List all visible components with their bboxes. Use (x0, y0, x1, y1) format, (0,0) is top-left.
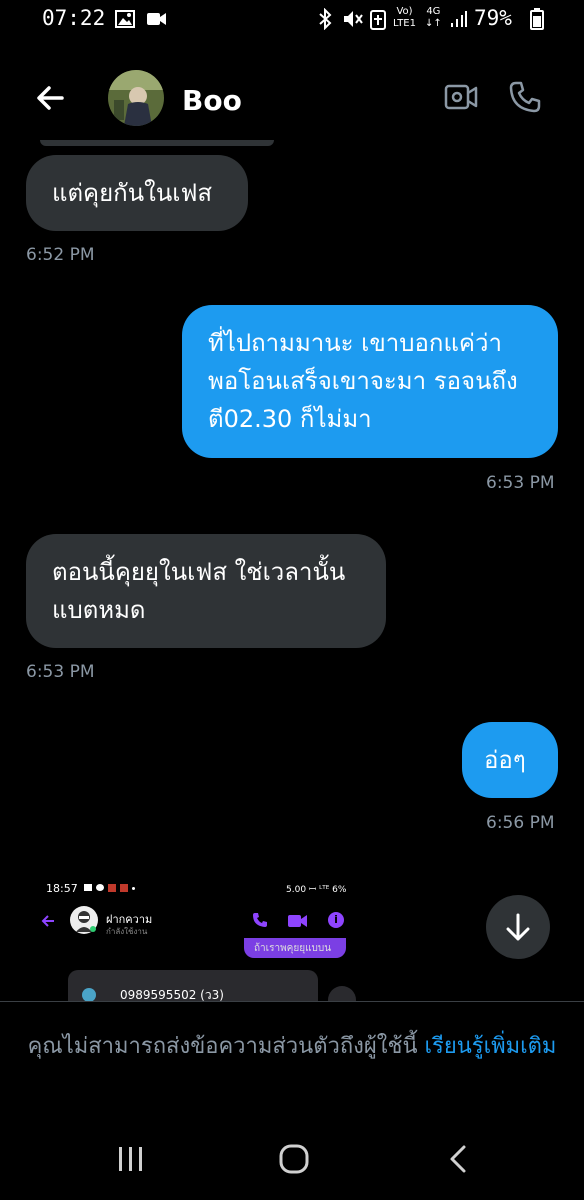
back-button[interactable] (32, 80, 68, 116)
learn-more-link[interactable]: เรียนรู้เพิ่มเติม (425, 1034, 557, 1059)
lte-label: LTE1 (393, 18, 416, 29)
embedded-phone-icon (252, 912, 268, 928)
message-text-line: พอโอนเสร็จเขาจะมา รอจนถึง (208, 367, 518, 395)
embedded-video-icon (288, 915, 308, 927)
embedded-contact-status: กำลังใช้งาน (106, 927, 148, 936)
embedded-notification-icons (84, 884, 135, 892)
network-type-indicator: 4G ↓↑ (425, 6, 442, 30)
chat-icon (96, 884, 104, 891)
message-timestamp: 6:56 PM (486, 813, 555, 833)
battery-icon (530, 8, 544, 30)
embedded-status-right: 5.00 ꟷ ᴸᵀᴱ 6% (286, 885, 347, 895)
volte-indicator: Vo) LTE1 (393, 6, 416, 30)
more-dot-icon (132, 887, 135, 890)
message-timestamp: 6:53 PM (26, 662, 95, 682)
back-nav-button[interactable] (446, 1144, 470, 1174)
message-bubble-outgoing[interactable]: ที่ไปถามมานะ เขาบอกแค่ว่า พอโอนเสร็จเขาจ… (182, 305, 558, 458)
bluetooth-icon (318, 8, 332, 30)
mute-icon (342, 9, 364, 29)
signal-icon (450, 10, 468, 28)
data-saver-icon (370, 8, 386, 30)
scroll-to-bottom-button[interactable] (486, 895, 550, 959)
message-bubble-outgoing[interactable]: อ่อๆ (462, 722, 558, 798)
notice-text: คุณไม่สามารถส่งข้อความส่วนตัวถึงผู้ใช้นี… (27, 1034, 425, 1059)
message-timestamp: 6:52 PM (26, 245, 95, 265)
embedded-message-bubble: ถ้าเราพคุยยุแบบน (244, 938, 346, 958)
video-recording-icon (147, 12, 167, 26)
message-text: อ่อๆ (484, 746, 526, 774)
video-call-button[interactable] (444, 82, 478, 112)
embedded-share-icon (328, 986, 356, 1002)
message-bubble-incoming[interactable]: ตอนนี้คุยยุในเฟส ใช่เวลานั้น แบตหมด (26, 534, 386, 648)
dm-restriction-notice: คุณไม่สามารถส่งข้อความส่วนตัวถึงผู้ใช้นี… (18, 1030, 566, 1064)
message-text-line: ที่ไปถามมานะ เขาบอกแค่ว่า (208, 329, 502, 357)
message-text-line: แบตหมด (52, 596, 146, 624)
message-timestamp: 6:53 PM (486, 473, 555, 493)
image-attachment[interactable]: 18:57 5.00 ꟷ ᴸᵀᴱ 6% ฝากความ กำลังใช้งาน … (26, 872, 426, 1002)
embedded-contact-card: 0989595502 (ว3) (68, 970, 318, 1002)
message-bubble-incoming[interactable]: แต่คุยกันในเฟส (26, 155, 248, 231)
embedded-contact-dot-icon (82, 988, 96, 1002)
embedded-back-icon (40, 914, 56, 928)
app-icon (120, 884, 128, 892)
gallery-icon (115, 10, 135, 28)
embedded-info-icon: i (328, 912, 344, 928)
embedded-message-text: ถ้าเราพคุยยุแบบน (254, 943, 332, 954)
embedded-status-time: 18:57 (46, 882, 78, 895)
message-text: แต่คุยกันในเฟส (52, 179, 213, 207)
mail-icon (84, 884, 92, 891)
data-arrows-icon: ↓↑ (425, 18, 442, 29)
volte-label: Vo) (396, 6, 413, 17)
status-bar: 07:22 Vo) LTE1 4G ↓↑ 79% (0, 0, 584, 40)
embedded-avatar (70, 906, 98, 934)
recent-apps-button[interactable] (116, 1145, 146, 1173)
avatar[interactable] (108, 70, 164, 126)
battery-percent: 79% (474, 6, 512, 30)
chat-header (0, 52, 584, 152)
embedded-phone-number: 0989595502 (ว3) (120, 988, 224, 1002)
phone-call-button[interactable] (508, 80, 542, 114)
home-button[interactable] (278, 1143, 310, 1175)
contact-name[interactable]: Boo (182, 84, 242, 117)
status-time: 07:22 (42, 6, 106, 30)
app-icon (108, 884, 116, 892)
previous-message-edge (40, 140, 274, 146)
message-text-line: ตอนนี้คุยยุในเฟส ใช่เวลานั้น (52, 558, 346, 586)
network-type-label: 4G (426, 6, 441, 17)
message-text-line: ตี02.30 ก็ไม่มา (208, 405, 372, 433)
